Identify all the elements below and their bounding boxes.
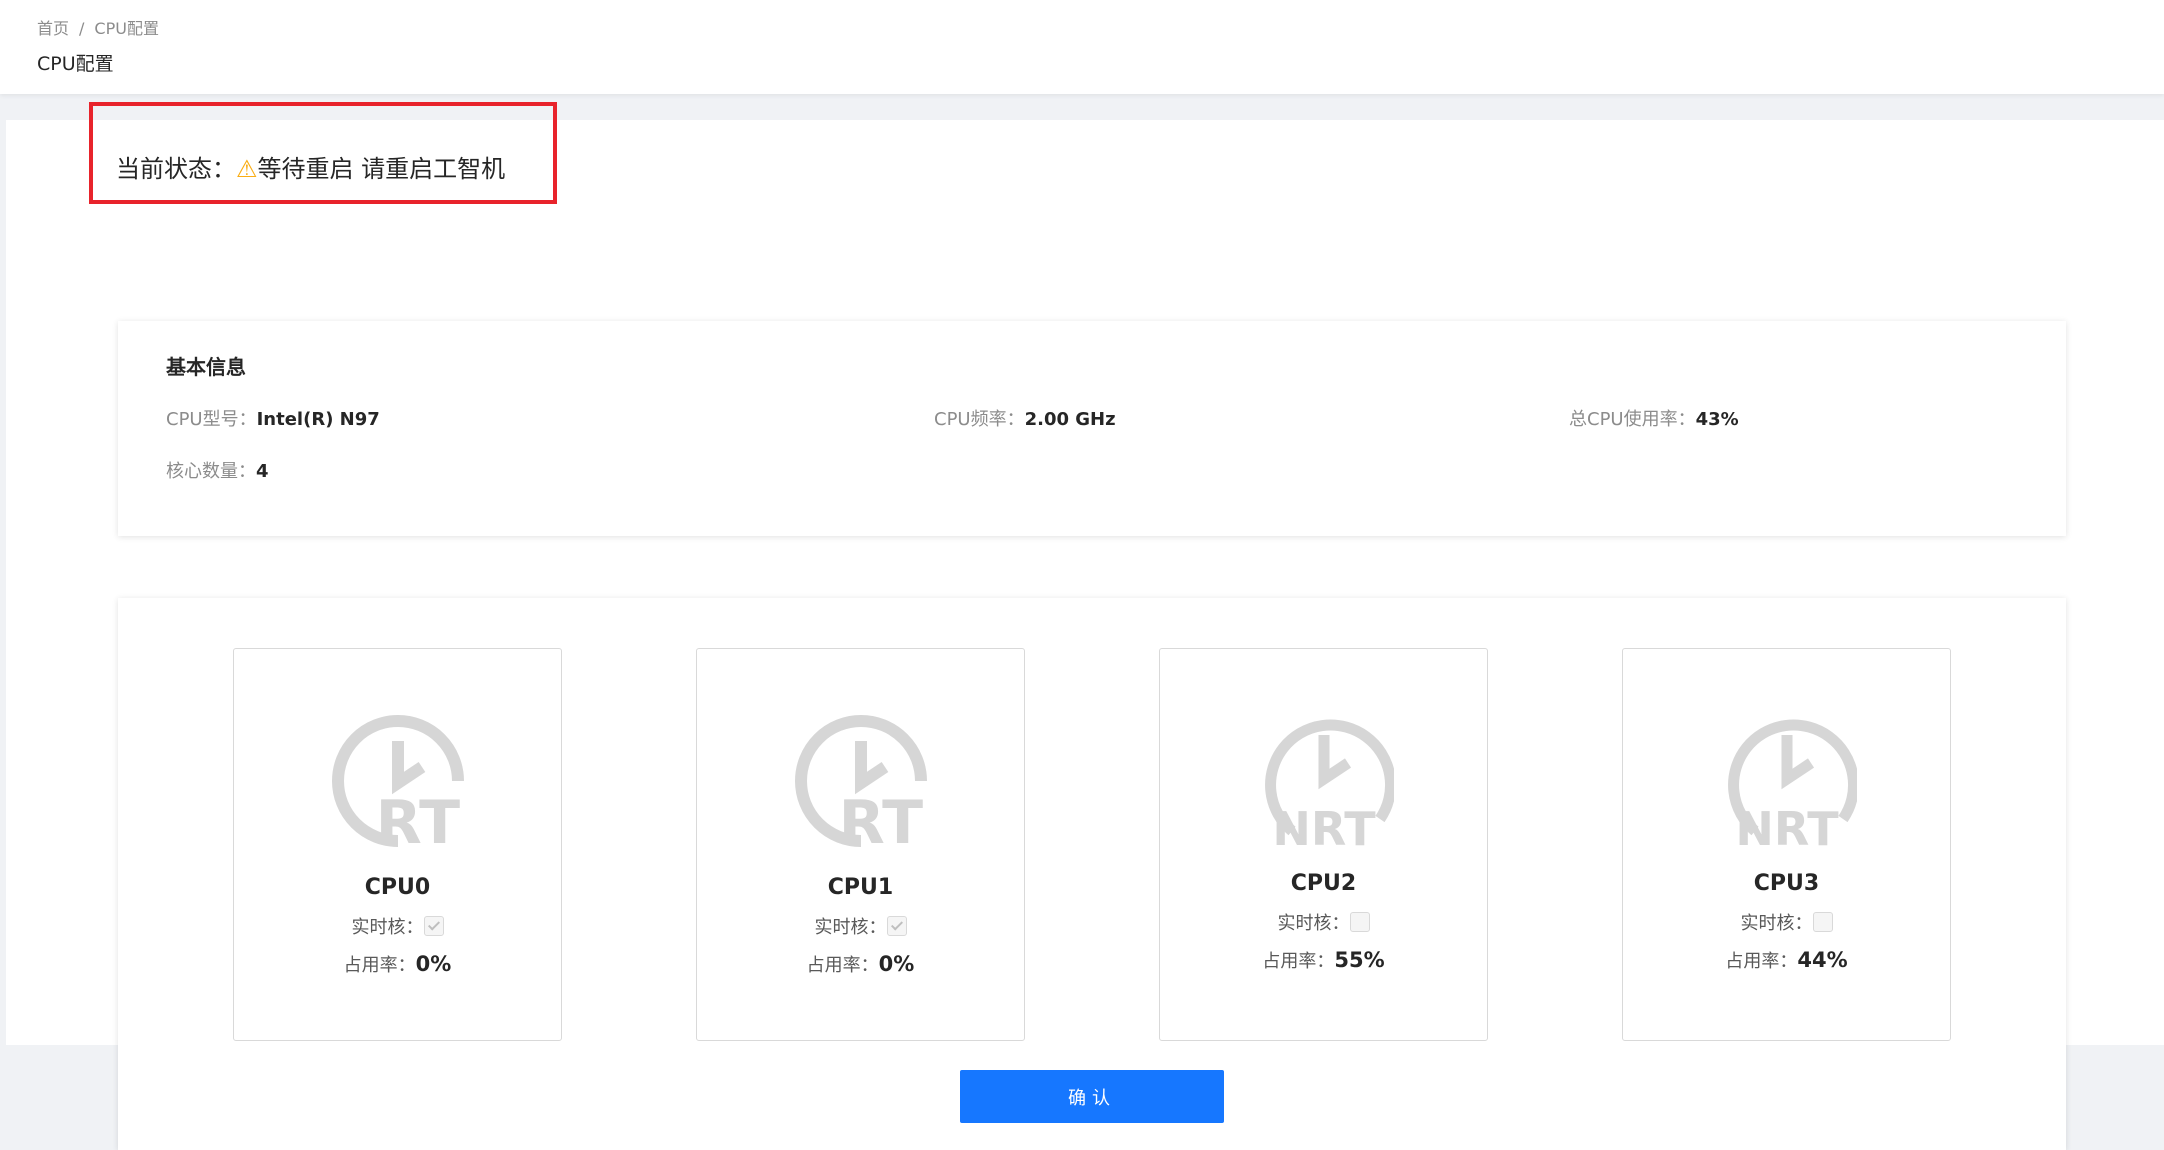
- core-count-label: 核心数量：: [166, 461, 256, 482]
- usage-value: 55%: [1334, 948, 1385, 972]
- cpu-freq-label: CPU频率：: [934, 409, 1025, 430]
- content-panel: 基本信息 CPU型号：Intel(R) N97 CPU频率：2.00 GHz 总…: [6, 120, 2164, 1150]
- realtime-checkbox[interactable]: [1349, 912, 1370, 932]
- confirm-button[interactable]: 确认: [960, 1070, 1224, 1123]
- realtime-checkbox[interactable]: [1812, 912, 1833, 932]
- cpu-freq-value: 2.00 GHz: [1024, 409, 1116, 430]
- usage-label: 占用率：: [343, 955, 416, 976]
- cpu-name: CPU0: [364, 875, 431, 900]
- realtime-row: 实时核：: [697, 913, 1024, 939]
- status-value: 等待重启 请重启工智机: [257, 155, 506, 183]
- cpu-card-cpu3[interactable]: NRT CPU3 实时核： 占用率：44%: [1622, 648, 1951, 1041]
- cpu-freq-item: CPU频率：2.00 GHz: [934, 405, 1116, 431]
- basic-info-card: 基本信息 CPU型号：Intel(R) N97 CPU频率：2.00 GHz 总…: [118, 321, 2066, 536]
- cpu-name: CPU2: [1290, 871, 1357, 896]
- cpu-model-value: Intel(R) N97: [256, 409, 380, 430]
- usage-value: 0%: [415, 952, 452, 976]
- cpu-cores-panel: RT CPU0 实时核： 占用率：0% RT CPU1 实时核： 占用率：0%: [118, 598, 2066, 1150]
- basic-info-title: 基本信息: [166, 355, 246, 379]
- nrt-clock-icon: NRT: [1728, 719, 1857, 851]
- cpu-badge: NRT: [1272, 802, 1376, 851]
- cpu-badge: NRT: [1735, 802, 1839, 851]
- usage-label: 占用率：: [1262, 951, 1335, 972]
- realtime-row: 实时核：: [1160, 909, 1487, 935]
- cpu-badge: RT: [839, 788, 924, 851]
- page-title: CPU配置: [37, 53, 114, 75]
- realtime-row: 实时核：: [1623, 909, 1950, 935]
- core-count-item: 核心数量：4: [166, 457, 269, 483]
- rt-clock-icon: RT: [332, 715, 464, 851]
- realtime-row: 实时核：: [234, 913, 561, 939]
- usage-value: 44%: [1797, 948, 1848, 972]
- realtime-label: 实时核：: [351, 917, 424, 938]
- rt-clock-icon: RT: [795, 715, 927, 851]
- realtime-label: 实时核：: [1277, 913, 1350, 934]
- breadcrumb-separator: /: [79, 19, 85, 38]
- status-label: 当前状态：: [116, 155, 236, 183]
- check-icon: [890, 918, 903, 931]
- usage-row: 占用率：0%: [697, 951, 1024, 977]
- total-usage-label: 总CPU使用率：: [1569, 409, 1696, 430]
- check-icon: [427, 918, 440, 931]
- cpu-name: CPU3: [1753, 871, 1820, 896]
- realtime-checkbox[interactable]: [886, 916, 907, 936]
- breadcrumb-current: CPU配置: [94, 19, 159, 38]
- cpu-model-label: CPU型号：: [166, 409, 257, 430]
- realtime-label: 实时核：: [1740, 913, 1813, 934]
- page-header: 首页 / CPU配置 CPU配置: [0, 0, 2164, 94]
- cpu-model-item: CPU型号：Intel(R) N97: [166, 405, 380, 431]
- usage-value: 0%: [878, 952, 915, 976]
- cpu-badge: RT: [376, 788, 461, 851]
- usage-row: 占用率：44%: [1623, 947, 1950, 973]
- nrt-clock-icon: NRT: [1265, 719, 1394, 851]
- realtime-label: 实时核：: [814, 917, 887, 938]
- total-usage-value: 43%: [1695, 409, 1739, 430]
- cpu-card-cpu0[interactable]: RT CPU0 实时核： 占用率：0%: [233, 648, 562, 1041]
- cpu-name: CPU1: [827, 875, 894, 900]
- usage-label: 占用率：: [806, 955, 879, 976]
- usage-label: 占用率：: [1725, 951, 1798, 972]
- cpu-card-cpu1[interactable]: RT CPU1 实时核： 占用率：0%: [696, 648, 1025, 1041]
- breadcrumb: 首页 / CPU配置: [37, 15, 159, 39]
- breadcrumb-home[interactable]: 首页: [37, 19, 69, 38]
- current-status: 当前状态：⚠等待重启 请重启工智机: [116, 149, 505, 184]
- warning-icon: ⚠: [236, 155, 258, 183]
- realtime-checkbox[interactable]: [423, 916, 444, 936]
- usage-row: 占用率：0%: [234, 951, 561, 977]
- core-count-value: 4: [256, 461, 269, 482]
- total-usage-item: 总CPU使用率：43%: [1569, 405, 1739, 431]
- usage-row: 占用率：55%: [1160, 947, 1487, 973]
- cpu-card-cpu2[interactable]: NRT CPU2 实时核： 占用率：55%: [1159, 648, 1488, 1041]
